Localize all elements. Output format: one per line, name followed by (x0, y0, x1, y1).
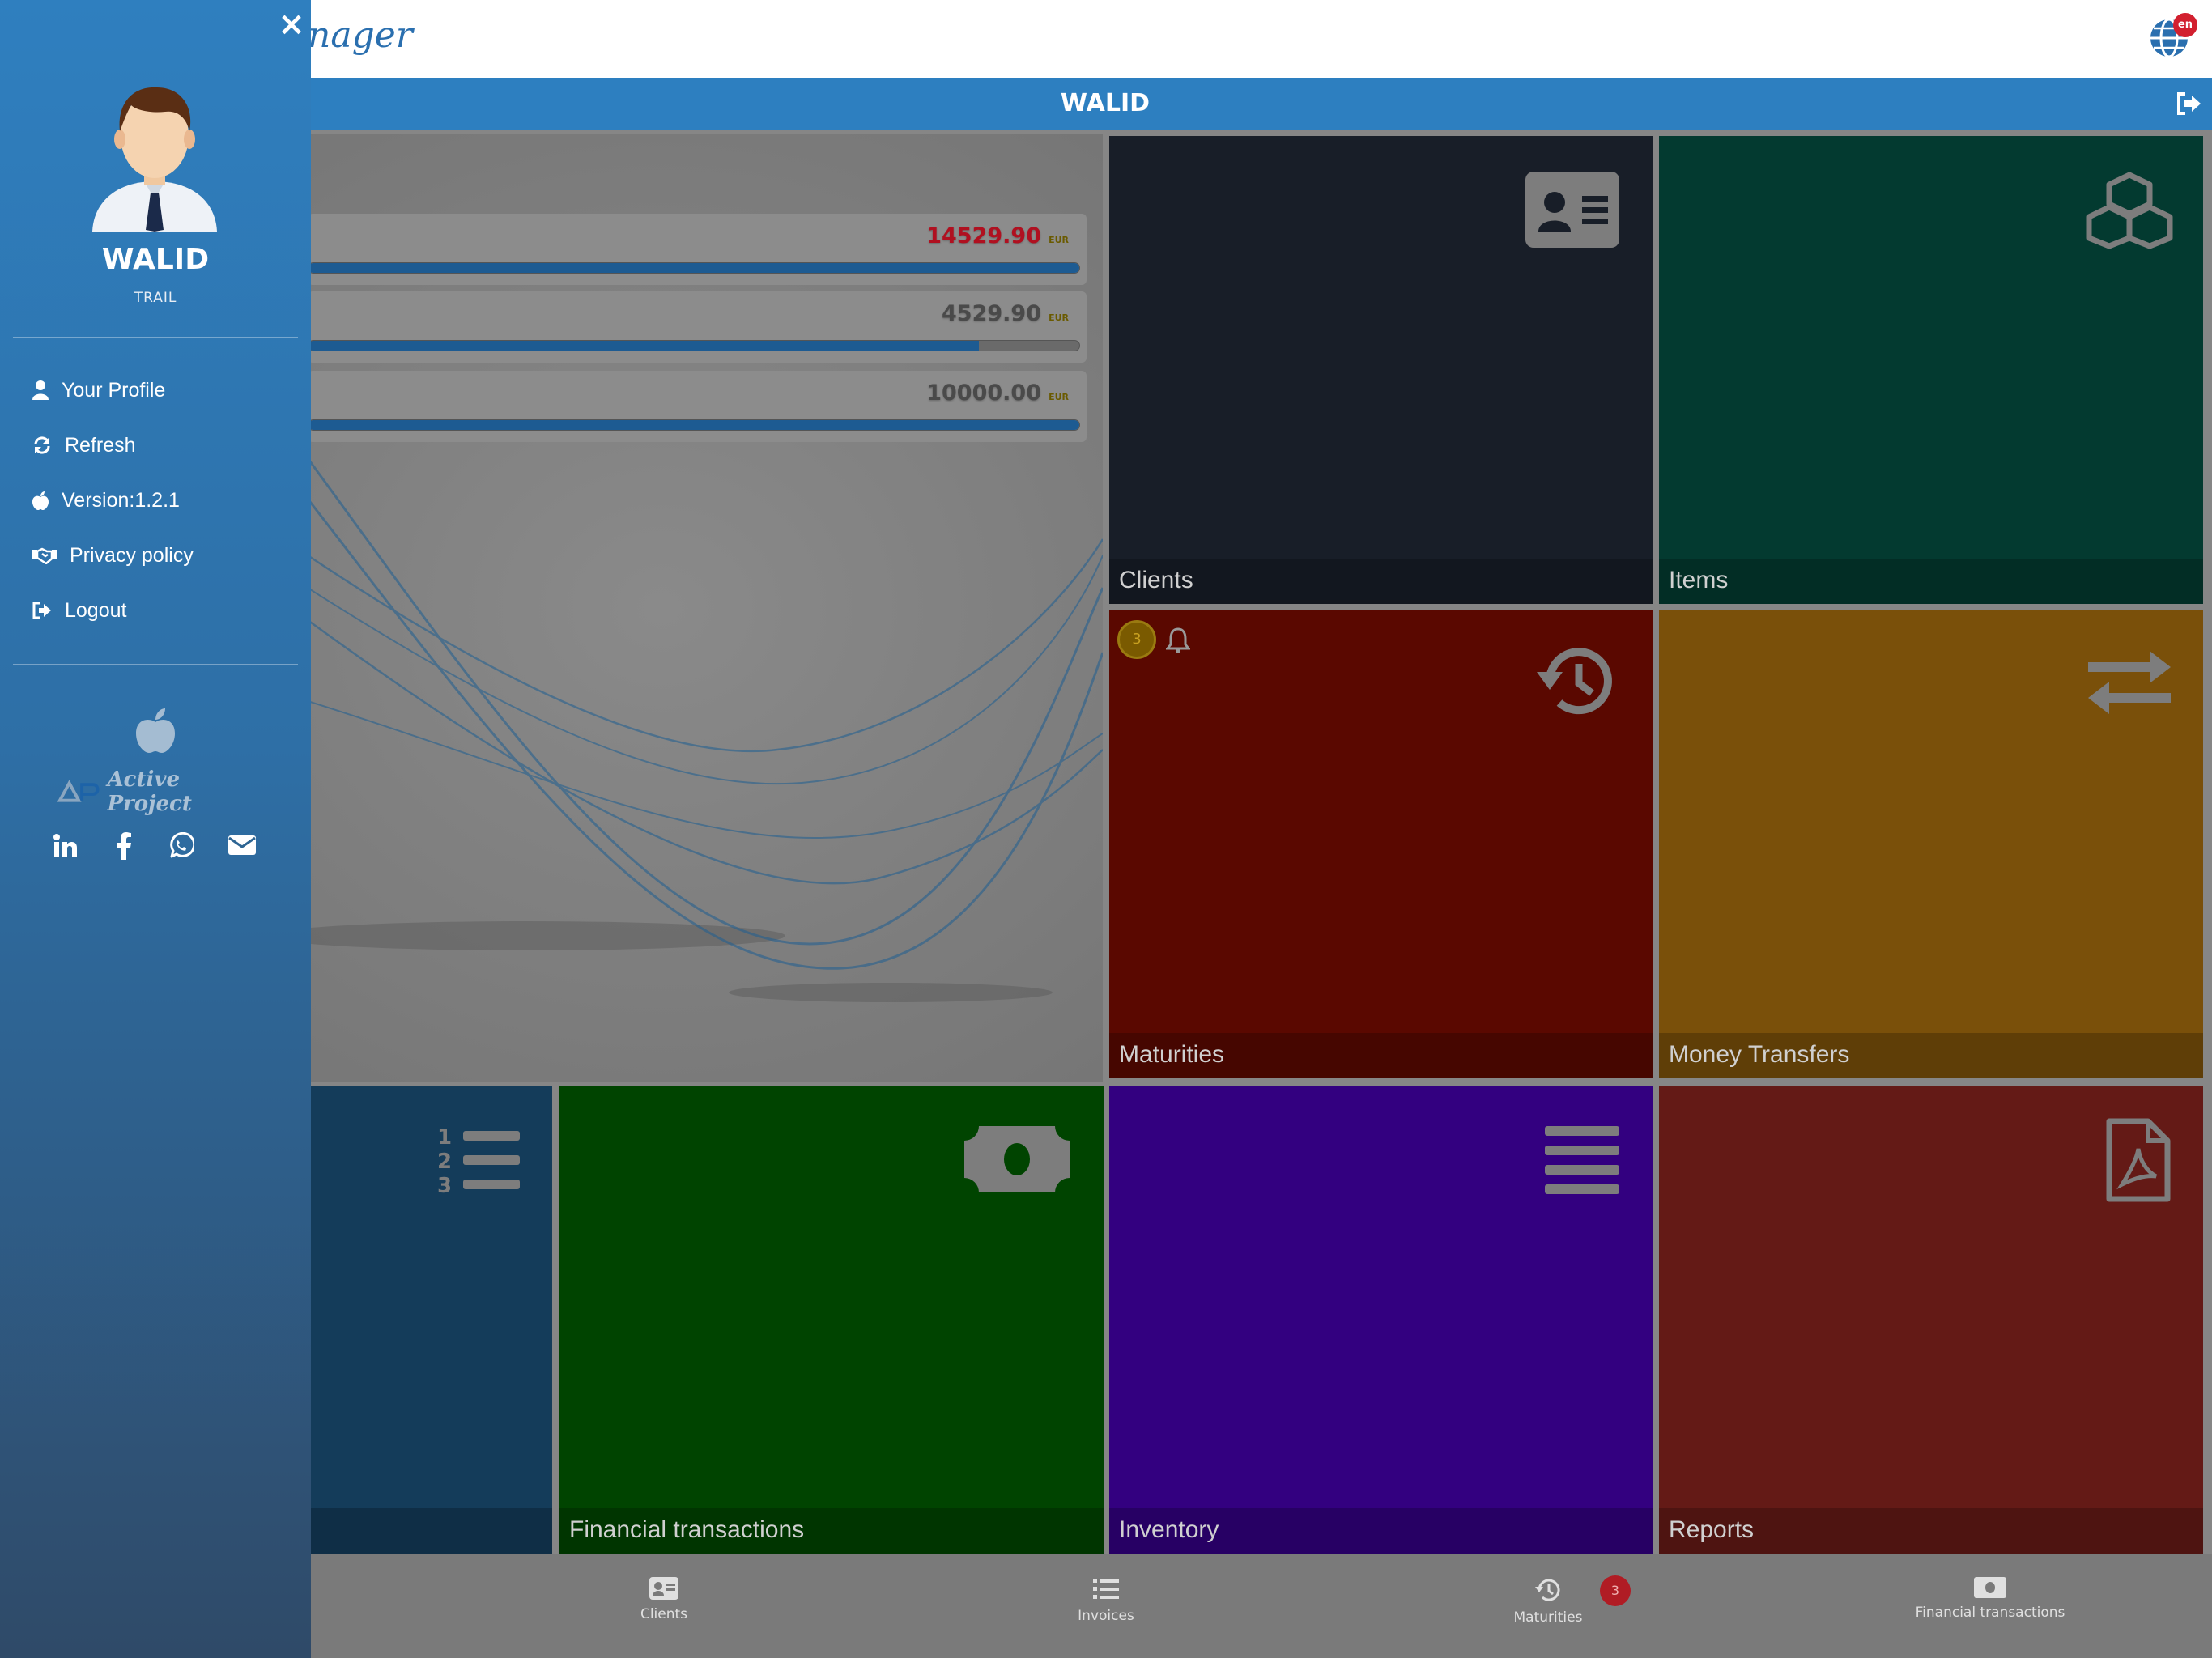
menu-refresh[interactable]: Refresh (32, 429, 136, 461)
balance-amount: 14529.90 (926, 223, 1041, 249)
balance-currency: EUR (1049, 392, 1069, 402)
balance-progress (308, 340, 1080, 351)
menu-label: Logout (65, 598, 127, 622)
nav-label: Maturities (1513, 1609, 1583, 1626)
menu-logout[interactable]: Logout (32, 594, 126, 627)
logout-icon (32, 602, 51, 619)
balance-currency: EUR (1049, 235, 1069, 245)
tile-items[interactable]: Items (1659, 136, 2203, 604)
header-user-name: WALID (1060, 89, 1151, 117)
whatsapp-icon[interactable] (167, 832, 194, 860)
drawer-user-name: WALID (101, 243, 210, 276)
tile-label: Clients (1109, 559, 1653, 604)
balance-progress (308, 419, 1080, 431)
banknote-icon (964, 1126, 1070, 1192)
user-icon (32, 380, 49, 400)
menu-label: Privacy policy (70, 543, 194, 567)
cubes-icon (2086, 172, 2173, 249)
menu-label: Your Profile (62, 378, 166, 402)
maturities-count-badge: 3 (1117, 620, 1156, 659)
list-lines-icon (1545, 1126, 1619, 1194)
tile-reports[interactable]: Reports (1659, 1086, 2203, 1554)
svg-text:3: 3 (437, 1174, 452, 1197)
balance-amount: 10000.00 (926, 380, 1041, 406)
user-avatar (92, 87, 217, 232)
svg-text:1: 1 (437, 1125, 452, 1150)
nav-invoices[interactable]: Invoices (985, 1577, 1227, 1624)
apple-icon (136, 708, 175, 753)
tile-label: Inventory (1109, 1508, 1653, 1554)
tile-inventory[interactable]: Inventory (1109, 1086, 1653, 1554)
tile-maturities[interactable]: 3 Maturities (1109, 610, 1653, 1078)
nav-clients[interactable]: Clients (542, 1577, 785, 1622)
nav-label: Clients (640, 1606, 688, 1622)
exchange-arrows-icon (2088, 651, 2171, 714)
divider (13, 337, 298, 338)
balance-currency: EUR (1049, 312, 1069, 323)
numbered-list-icon: 1 2 3 (437, 1125, 520, 1197)
balance-progress (308, 262, 1080, 274)
menu-label: Refresh (65, 433, 136, 457)
tile-label: Reports (1659, 1508, 2203, 1554)
history-icon (1535, 1579, 1560, 1601)
language-badge: en (2173, 13, 2197, 37)
menu-your-profile[interactable]: Your Profile (32, 374, 165, 406)
nav-label: Invoices (1078, 1608, 1134, 1624)
divider (13, 664, 298, 665)
balance-row: 14529.90 EUR (308, 214, 1087, 285)
contact-card-icon (649, 1577, 678, 1600)
linkedin-icon[interactable] (52, 832, 79, 860)
menu-version[interactable]: Version:1.2.1 (32, 484, 180, 517)
menu-privacy-policy[interactable]: Privacy policy (32, 539, 194, 572)
balance-row: 10000.00 EUR (308, 371, 1087, 442)
handshake-icon (32, 547, 57, 564)
banknote-icon (1974, 1577, 2006, 1598)
tile-money-transfers[interactable]: Money Transfers (1659, 610, 2203, 1078)
tile-label: Items (1659, 559, 2203, 604)
tile-financial-transactions[interactable]: Financial transactions (559, 1086, 1104, 1554)
active-project-logo-icon (57, 780, 100, 802)
tile-clients[interactable]: Clients (1109, 136, 1653, 604)
facebook-icon[interactable] (115, 832, 133, 860)
menu-label: Version:1.2.1 (62, 488, 180, 512)
refresh-icon (34, 436, 50, 454)
maturities-nav-badge: 3 (1600, 1575, 1631, 1606)
drawer-user-role: TRAIL (134, 290, 177, 306)
numbered-list-icon (1093, 1579, 1119, 1599)
nav-maturities[interactable]: Maturities (1427, 1577, 1670, 1626)
bell-icon (1166, 627, 1190, 653)
nav-label: Financial transactions (1915, 1605, 2065, 1621)
tile-label: Money Transfers (1659, 1033, 2203, 1078)
balance-amount: 4529.90 (942, 301, 1041, 326)
apple-icon (32, 491, 49, 510)
company-name: Active Project (107, 767, 192, 816)
history-icon (1537, 648, 1612, 715)
tile-label: Financial transactions (559, 1508, 1104, 1554)
balance-row: 4529.90 EUR (308, 291, 1087, 363)
svg-text:2: 2 (437, 1150, 452, 1174)
brand-logo-text: nager (308, 15, 413, 56)
close-icon[interactable]: × (275, 8, 308, 40)
nav-financial-transactions[interactable]: Financial transactions (1869, 1577, 2112, 1621)
logout-icon[interactable] (2174, 89, 2203, 118)
pdf-file-icon (2106, 1118, 2171, 1202)
contact-card-icon (1525, 172, 1619, 248)
tile-label: Maturities (1109, 1033, 1653, 1078)
company-logo: Active Project (57, 767, 267, 816)
email-icon[interactable] (228, 834, 256, 857)
